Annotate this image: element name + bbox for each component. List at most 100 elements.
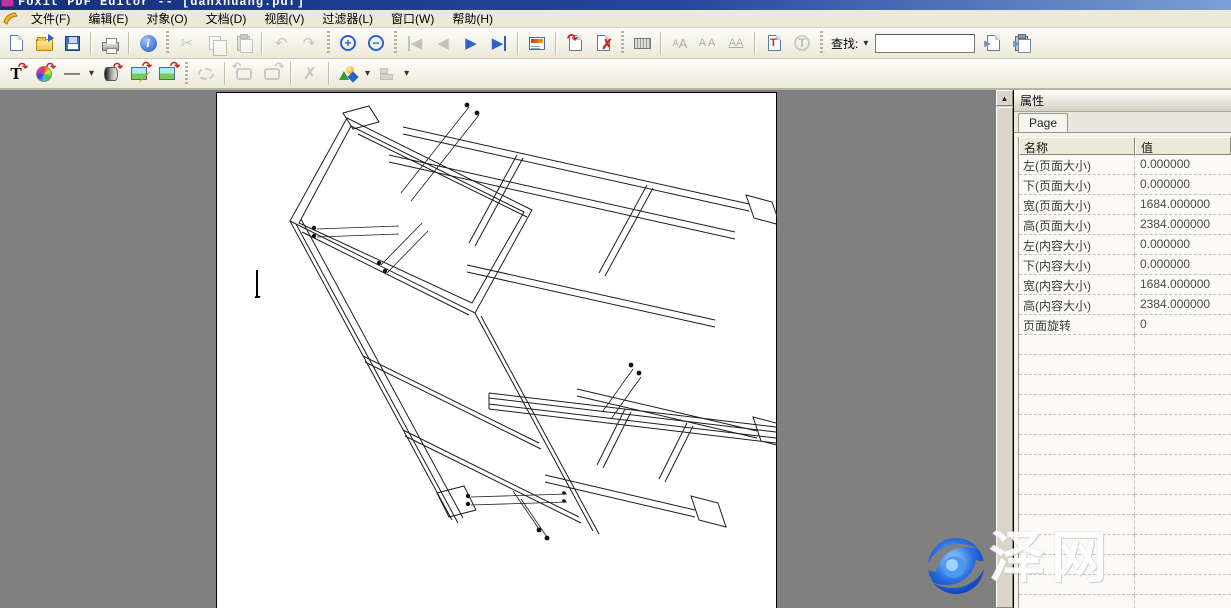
column-header-name[interactable]: 名称 bbox=[1019, 137, 1135, 155]
new-document-button[interactable] bbox=[3, 30, 29, 56]
delete-page-button[interactable]: ✗ bbox=[590, 30, 616, 56]
document-canvas[interactable] bbox=[0, 90, 996, 608]
scrollbar-thumb[interactable] bbox=[996, 107, 1013, 608]
vertical-spacing-icon: AA bbox=[699, 37, 718, 49]
column-header-value[interactable]: 值 bbox=[1135, 137, 1231, 155]
copy-icon bbox=[209, 36, 221, 50]
scroll-up-button[interactable]: ▲ bbox=[996, 90, 1013, 106]
find-dropdown-arrow[interactable]: ▾ bbox=[863, 38, 868, 49]
table-row[interactable]: 宽(页面大小)1684.000000 bbox=[1019, 195, 1231, 215]
menu-bar: 文件(F) 编辑(E) 对象(O) 文档(D) 视图(V) 过滤器(L) 窗口(… bbox=[0, 10, 1231, 28]
zoom-in-button[interactable]: + bbox=[335, 30, 361, 56]
page-layout-button[interactable] bbox=[524, 30, 550, 56]
menu-view[interactable]: 视图(V) bbox=[255, 11, 313, 27]
tab-page[interactable]: Page bbox=[1018, 113, 1068, 132]
menu-help[interactable]: 帮助(H) bbox=[443, 11, 502, 27]
menu-document[interactable]: 文档(D) bbox=[197, 11, 256, 27]
undo-button[interactable]: ↶ bbox=[268, 30, 294, 56]
document-info-button[interactable]: i bbox=[135, 30, 161, 56]
main-toolbar: i ✂ ↶ ↷ + − ◀ ◀ ▶ ▶ ↷ ✗ AA AA AA T T 查找:… bbox=[0, 28, 1231, 59]
add-image-button[interactable]: ↷ bbox=[154, 61, 180, 87]
rotate-object-right-button[interactable]: ↷ bbox=[259, 61, 285, 87]
delete-cross-icon: ✗ bbox=[601, 36, 613, 53]
redo-button[interactable]: ↷ bbox=[296, 30, 322, 56]
open-button[interactable] bbox=[31, 30, 57, 56]
print-button[interactable] bbox=[97, 30, 123, 56]
line-dropdown-arrow[interactable]: ▾ bbox=[89, 68, 94, 79]
select-object-button[interactable] bbox=[193, 61, 219, 87]
pdf-page[interactable] bbox=[216, 92, 777, 608]
table-row-empty bbox=[1019, 395, 1231, 415]
table-row[interactable]: 左(页面大小)0.000000 bbox=[1019, 155, 1231, 175]
table-row[interactable]: 左(内容大小)0.000000 bbox=[1019, 235, 1231, 255]
first-page-icon: ◀ bbox=[408, 36, 423, 51]
add-color-button[interactable]: ↷ bbox=[31, 61, 57, 87]
menu-object[interactable]: 对象(O) bbox=[137, 11, 196, 27]
zoom-in-icon: + bbox=[340, 35, 356, 51]
add-shading-button[interactable]: ↷ bbox=[98, 61, 124, 87]
vertical-spacing-button[interactable]: AA bbox=[695, 30, 721, 56]
application-window: Foxit PDF Editor -- [danxhuang.pdf] 文件(F… bbox=[0, 0, 1231, 608]
zoom-out-button[interactable]: − bbox=[363, 30, 389, 56]
last-page-button[interactable]: ▶ bbox=[486, 30, 512, 56]
vertical-scrollbar[interactable]: ▲ bbox=[996, 90, 1013, 608]
align-dropdown-arrow[interactable]: ▾ bbox=[404, 68, 409, 79]
horizontal-spacing-button[interactable]: AA bbox=[723, 30, 749, 56]
table-row[interactable]: 高(内容大小)2384.000000 bbox=[1019, 295, 1231, 315]
edit-image-button[interactable]: ／↷ bbox=[126, 61, 152, 87]
table-row[interactable]: 下(内容大小)0.000000 bbox=[1019, 255, 1231, 275]
delete-object-button[interactable]: ✗ bbox=[297, 61, 323, 87]
zoom-out-icon: − bbox=[368, 35, 384, 51]
title-bar[interactable]: Foxit PDF Editor -- [danxhuang.pdf] bbox=[0, 0, 1231, 10]
table-row[interactable]: 高(页面大小)2384.000000 bbox=[1019, 215, 1231, 235]
table-row[interactable]: 宽(内容大小)1684.000000 bbox=[1019, 275, 1231, 295]
technical-drawing bbox=[217, 93, 777, 608]
insert-text-button[interactable]: T bbox=[761, 30, 787, 56]
menu-filter[interactable]: 过滤器(L) bbox=[313, 11, 382, 27]
text-mode-button[interactable]: T bbox=[789, 30, 815, 56]
insert-shape-button[interactable] bbox=[335, 61, 361, 87]
menu-window[interactable]: 窗口(W) bbox=[382, 11, 443, 27]
menu-file[interactable]: 文件(F) bbox=[22, 11, 79, 27]
table-row[interactable]: 页面旋转0 bbox=[1019, 315, 1231, 335]
document-menu-icon[interactable] bbox=[2, 11, 19, 26]
find-label: 查找: bbox=[831, 35, 858, 52]
rotate-object-left-button[interactable]: ↶ bbox=[231, 61, 257, 87]
rotate-page-button[interactable]: ↷ bbox=[562, 30, 588, 56]
add-color-arrow-icon: ↷ bbox=[46, 60, 56, 74]
paste-button[interactable] bbox=[230, 30, 256, 56]
line-tool-button[interactable]: — bbox=[59, 61, 85, 87]
table-row[interactable]: 下(页面大小)0.000000 bbox=[1019, 175, 1231, 195]
find-in-document-button[interactable]: ▸ bbox=[1008, 30, 1034, 56]
font-size-button[interactable]: AA bbox=[667, 30, 693, 56]
keyboard-input-button[interactable] bbox=[629, 30, 655, 56]
cut-button[interactable]: ✂ bbox=[174, 30, 200, 56]
rotate-right-arrow-icon: ↷ bbox=[275, 60, 284, 73]
save-button[interactable] bbox=[59, 30, 85, 56]
keyboard-icon bbox=[634, 38, 651, 49]
previous-page-button[interactable]: ◀ bbox=[430, 30, 456, 56]
page-layout-icon bbox=[529, 37, 545, 50]
delete-object-icon: ✗ bbox=[303, 65, 317, 82]
align-icon bbox=[380, 67, 394, 81]
edit-image-arrow-icon: ↷ bbox=[142, 59, 152, 73]
last-page-icon: ▶ bbox=[492, 36, 507, 51]
search-input[interactable] bbox=[875, 34, 975, 53]
menu-edit[interactable]: 编辑(E) bbox=[79, 11, 137, 27]
table-row-empty bbox=[1019, 555, 1231, 575]
window-title: Foxit PDF Editor -- [danxhuang.pdf] bbox=[18, 0, 305, 9]
table-row-empty bbox=[1019, 595, 1231, 608]
save-icon bbox=[65, 36, 80, 51]
previous-page-icon: ◀ bbox=[437, 36, 449, 51]
copy-button[interactable] bbox=[202, 30, 228, 56]
add-text-button[interactable]: T↷ bbox=[3, 61, 29, 87]
shapes-dropdown-arrow[interactable]: ▾ bbox=[365, 68, 370, 79]
table-row-empty bbox=[1019, 495, 1231, 515]
add-image-arrow-icon: ↷ bbox=[170, 59, 180, 73]
first-page-button[interactable]: ◀ bbox=[402, 30, 428, 56]
shapes-icon bbox=[339, 66, 357, 82]
align-objects-button[interactable] bbox=[374, 61, 400, 87]
next-page-button[interactable]: ▶ bbox=[458, 30, 484, 56]
add-text-arrow-icon: ↷ bbox=[18, 60, 28, 74]
find-next-button[interactable]: ▸ bbox=[980, 30, 1006, 56]
